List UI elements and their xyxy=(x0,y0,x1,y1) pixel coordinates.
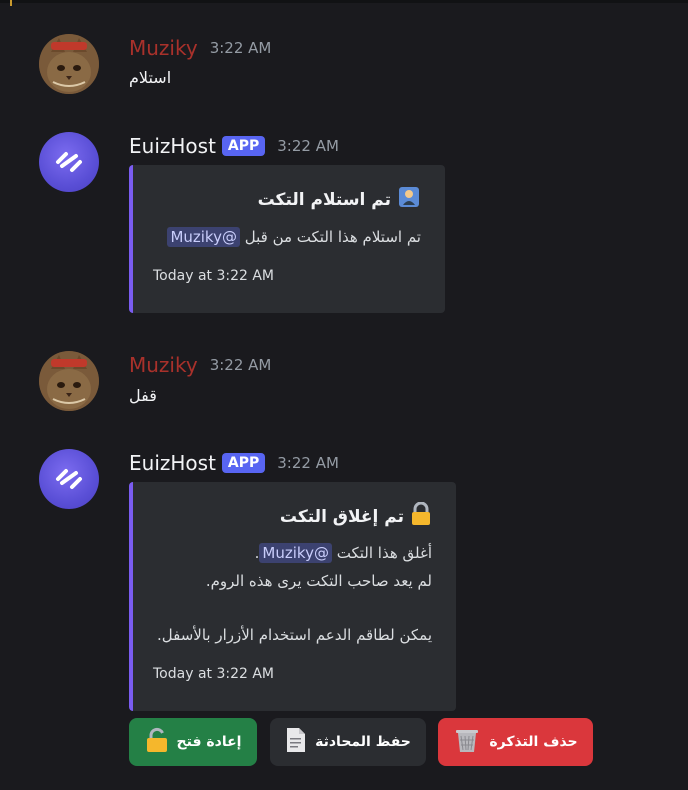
embed-line-1-text: أغلق هذا التكت xyxy=(336,544,432,562)
username[interactable]: Muziky xyxy=(129,353,198,377)
cat-avatar-image xyxy=(39,34,99,94)
app-badge: APP xyxy=(221,453,266,473)
euizhost-logo-icon xyxy=(56,152,82,172)
reopen-button-label: إعادة فتح xyxy=(176,734,242,750)
delete-ticket-button[interactable]: حذف التذكرة xyxy=(438,718,593,766)
timestamp: 3:22 AM xyxy=(277,137,339,155)
document-icon xyxy=(285,727,307,757)
message-text: استلام xyxy=(129,68,172,87)
embed-title: تم إغلاق التكت xyxy=(279,501,432,531)
reopen-button[interactable]: إعادة فتح xyxy=(129,718,257,766)
message-text: قفل xyxy=(129,386,157,405)
bot-avatar[interactable] xyxy=(39,449,99,509)
embed-footer: Today at 3:22 AM xyxy=(153,268,275,284)
lock-emoji-icon xyxy=(410,501,432,531)
embed-title-text: تم استلام التكت xyxy=(257,189,391,210)
embed-description: تم استلام هذا التكت من قبل @Muziky xyxy=(167,227,421,247)
embed-title-text: تم إغلاق التكت xyxy=(279,506,404,527)
timestamp: 3:22 AM xyxy=(209,356,272,374)
username[interactable]: Muziky xyxy=(129,36,198,60)
embed-desc-text: تم استلام هذا التكت من قبل xyxy=(244,228,421,246)
user-mention[interactable]: @Muziky xyxy=(259,543,332,563)
delete-ticket-button-label: حذف التذكرة xyxy=(489,734,578,750)
top-divider xyxy=(0,0,688,6)
username[interactable]: EuizHost xyxy=(129,451,216,475)
new-marker xyxy=(10,0,12,6)
embed-footer: Today at 3:22 AM xyxy=(153,666,275,682)
embed-ticket-claimed: تم استلام التكت تم استلام هذا التكت من ق… xyxy=(129,165,445,313)
embed-line-3: يمكن لطاقم الدعم استخدام الأزرار بالأسفل… xyxy=(156,626,432,644)
cat-avatar-image xyxy=(39,351,99,411)
save-transcript-button[interactable]: حفظ المحادثة xyxy=(270,718,426,766)
app-badge: APP xyxy=(221,136,266,156)
embed-line-1: أغلق هذا التكت @Muziky. xyxy=(255,543,432,563)
embed-line-2: لم يعد صاحب التكت يرى هذه الروم. xyxy=(205,572,432,590)
manager-emoji-icon xyxy=(397,185,421,214)
embed-ticket-closed: تم إغلاق التكت أغلق هذا التكت @Muziky. ل… xyxy=(129,482,456,711)
avatar[interactable] xyxy=(39,34,99,94)
save-transcript-button-label: حفظ المحادثة xyxy=(315,734,411,750)
timestamp: 3:22 AM xyxy=(277,454,339,472)
euizhost-logo-icon xyxy=(56,469,82,489)
user-mention[interactable]: @Muziky xyxy=(167,227,240,247)
embed-title: تم استلام التكت xyxy=(258,185,421,214)
unlock-icon xyxy=(145,727,169,757)
wastebasket-icon xyxy=(453,726,481,758)
avatar[interactable] xyxy=(39,351,99,411)
timestamp: 3:22 AM xyxy=(209,39,272,57)
bot-avatar[interactable] xyxy=(39,132,99,192)
username[interactable]: EuizHost xyxy=(129,134,216,158)
